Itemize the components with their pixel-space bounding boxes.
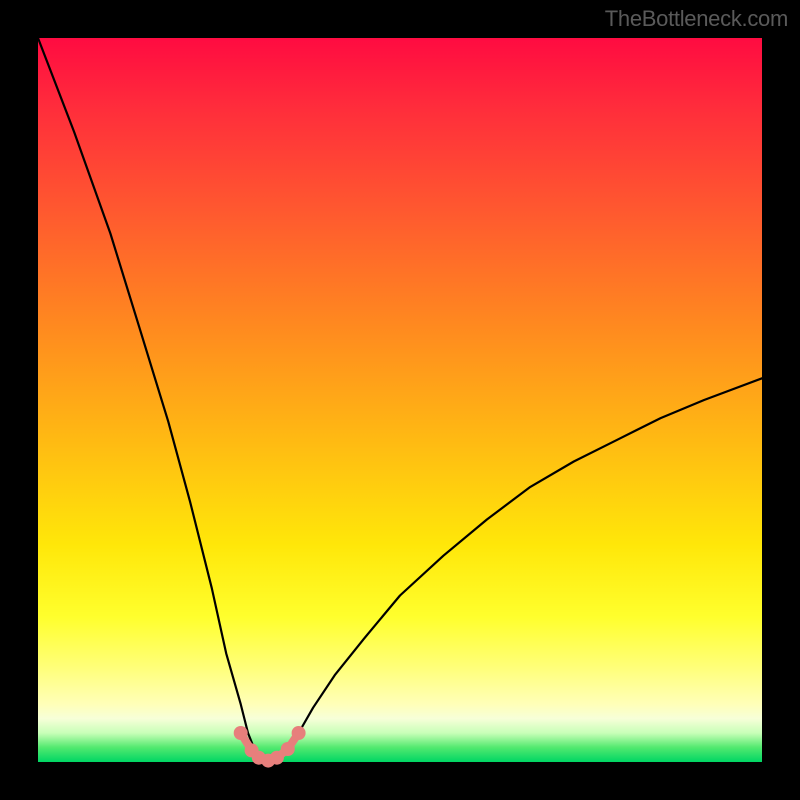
chart-svg bbox=[38, 38, 762, 762]
trough-markers bbox=[234, 726, 306, 768]
plot-area bbox=[38, 38, 762, 762]
bottleneck-curve bbox=[38, 38, 762, 762]
trough-marker-dot bbox=[292, 726, 306, 740]
watermark-text: TheBottleneck.com bbox=[605, 6, 788, 32]
chart-frame: TheBottleneck.com bbox=[0, 0, 800, 800]
trough-marker-dot bbox=[270, 751, 284, 765]
curve-path bbox=[38, 38, 762, 762]
trough-marker-dot bbox=[281, 742, 295, 756]
trough-marker-dot bbox=[234, 726, 248, 740]
